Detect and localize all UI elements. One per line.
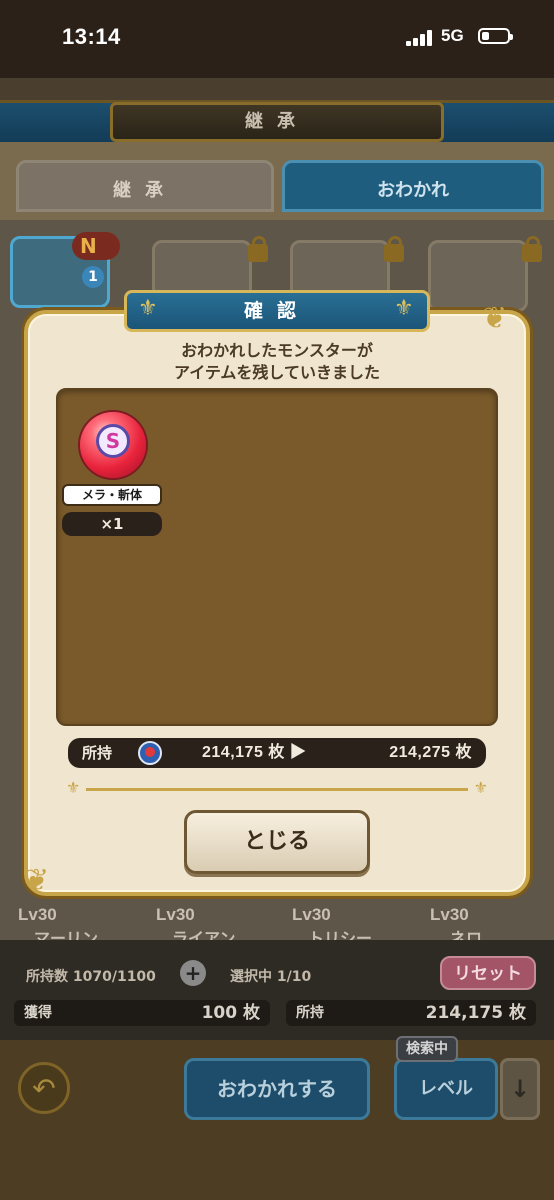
back-arrow-icon: ↶ — [32, 1072, 56, 1105]
item-count: ×1 — [62, 512, 162, 536]
lock-icon — [248, 236, 268, 262]
battery-icon — [478, 28, 513, 44]
own-after: 214,275 枚 — [389, 744, 472, 761]
sort-button[interactable]: レベル — [394, 1058, 498, 1120]
fleur-icon: ⚜ — [66, 778, 81, 797]
own-coins-bar: 所持 214,175 枚 ▶ 214,275 枚 — [68, 738, 486, 768]
tab-farewell[interactable]: おわかれ — [282, 160, 544, 212]
dialog-message: おわかれしたモンスターが アイテムを残していきました — [174, 341, 380, 382]
item-name: メラ・斬体 — [62, 484, 162, 506]
lock-icon — [522, 236, 542, 262]
fleur-icon: ⚜ — [394, 296, 414, 321]
expand-capacity-button[interactable]: + — [180, 960, 206, 986]
tab-inherit[interactable]: 継承 — [16, 160, 274, 212]
ornament-icon: ❦ — [24, 863, 50, 898]
screen-title: 継承 — [110, 102, 444, 142]
item-s-emblem: S — [96, 424, 130, 458]
network-label: 5G — [441, 26, 464, 45]
gain-box: 獲得 100 枚 — [14, 1000, 270, 1026]
divider: ⚜ ⚜ — [66, 778, 488, 797]
coin-icon — [138, 741, 162, 765]
close-button[interactable]: とじる — [184, 810, 370, 874]
clock: 13:14 — [62, 24, 121, 49]
sort-order-button[interactable]: ↓ — [500, 1058, 540, 1120]
monster-card[interactable] — [428, 240, 528, 312]
new-badge: N1 — [72, 232, 120, 288]
lock-icon — [384, 236, 404, 262]
back-button[interactable]: ↶ — [18, 1062, 70, 1114]
search-active-tag: 検索中 — [396, 1036, 458, 1062]
own-box: 所持 214,175 枚 — [286, 1000, 536, 1026]
farewell-button[interactable]: おわかれする — [184, 1058, 370, 1120]
own-before: 214,175 枚 ▶ — [202, 744, 307, 761]
dialog-title: 確認 — [124, 290, 430, 332]
reset-button[interactable]: リセット — [440, 956, 536, 990]
selecting-label: 選択中 1/10 — [230, 969, 312, 985]
fleur-icon: ⚜ — [138, 296, 158, 321]
down-arrow-icon: ↓ — [509, 1075, 531, 1103]
signal-icon — [406, 30, 436, 46]
status-bar: 13:14 5G — [0, 0, 554, 78]
ornament-icon: ❦ — [482, 301, 508, 336]
fleur-icon: ⚜ — [473, 778, 488, 797]
holdings-label: 所持数 1070/1100 — [26, 969, 156, 985]
own-label: 所持 — [82, 744, 113, 762]
